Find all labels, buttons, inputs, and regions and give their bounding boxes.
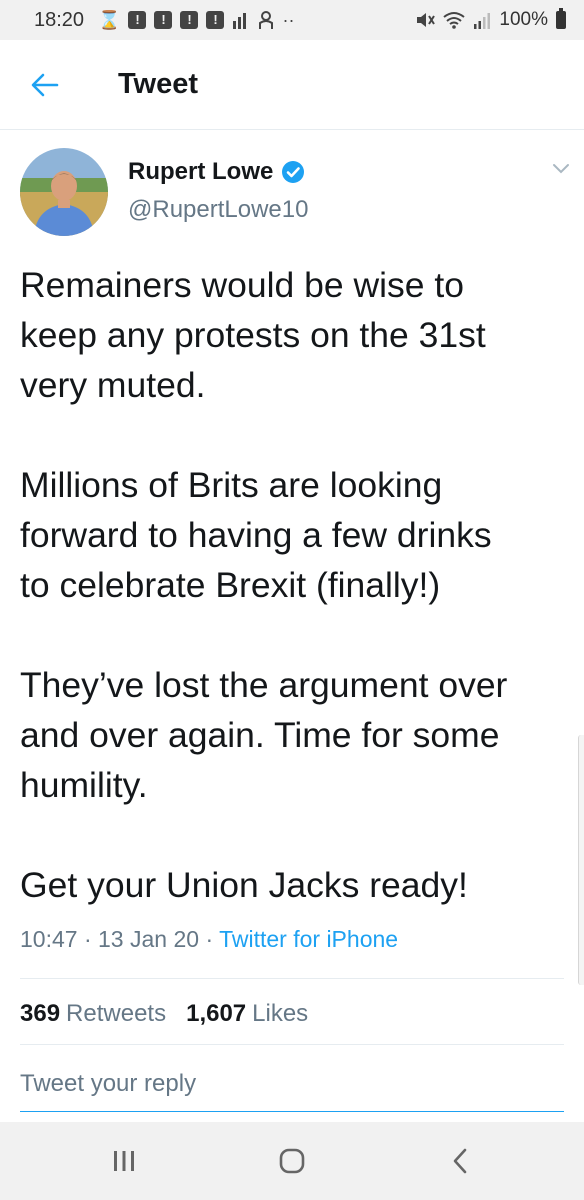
reply-input[interactable]: Tweet your reply bbox=[20, 1066, 564, 1112]
tweet-stats: 369 Retweets 1,607 Likes bbox=[20, 1000, 308, 1028]
signal-bars-icon bbox=[233, 13, 247, 29]
mute-icon bbox=[417, 13, 436, 27]
battery-icon bbox=[556, 8, 566, 29]
back-system-button[interactable] bbox=[420, 1131, 500, 1191]
battery-percent: 100% bbox=[499, 9, 548, 30]
author-name[interactable]: Rupert Lowe bbox=[128, 158, 273, 186]
back-arrow-icon bbox=[31, 73, 59, 96]
divider bbox=[20, 1044, 564, 1045]
tweet-meta: 10:47 · 13 Jan 20 · Twitter for iPhone bbox=[20, 926, 398, 953]
tweet-date: 13 Jan 20 bbox=[98, 926, 200, 952]
tweet-source-link[interactable]: Twitter for iPhone bbox=[219, 926, 398, 952]
page-title: Tweet bbox=[118, 68, 199, 100]
retweets-label: Retweets bbox=[66, 1000, 167, 1027]
likes-label: Likes bbox=[252, 1000, 309, 1027]
notification-icon: ! bbox=[180, 11, 199, 29]
notification-icon: ! bbox=[206, 11, 225, 29]
home-button[interactable] bbox=[252, 1131, 332, 1191]
likes-count: 1,607 bbox=[186, 1000, 247, 1027]
hourglass-icon: ⌛ bbox=[98, 10, 121, 30]
home-icon bbox=[279, 1148, 305, 1174]
app-header: Tweet bbox=[0, 40, 584, 130]
status-time: 18:20 bbox=[34, 8, 85, 31]
chevron-left-icon bbox=[453, 1148, 467, 1174]
chevron-down-icon bbox=[553, 164, 569, 174]
tweet-options-button[interactable] bbox=[552, 162, 570, 180]
avatar-photo bbox=[20, 148, 108, 236]
tweet-author: Rupert Lowe @RupertLowe10 bbox=[20, 148, 570, 240]
recent-apps-button[interactable] bbox=[84, 1131, 164, 1191]
cell-signal-icon bbox=[474, 13, 491, 29]
retweets-count: 369 bbox=[20, 1000, 61, 1027]
notification-icon: ! bbox=[154, 11, 173, 29]
person-icon bbox=[259, 11, 274, 29]
retweets-stat[interactable]: 369 Retweets bbox=[20, 1000, 166, 1028]
likes-stat[interactable]: 1,607 Likes bbox=[186, 1000, 308, 1028]
avatar[interactable] bbox=[20, 148, 108, 236]
status-bar: 18:20 ⌛ ! ! ! ! ·· 100% bbox=[0, 0, 584, 40]
divider bbox=[20, 978, 564, 979]
meta-separator: · bbox=[83, 926, 92, 952]
recent-apps-icon bbox=[114, 1151, 134, 1171]
meta-separator: · bbox=[205, 926, 214, 952]
scrollbar[interactable] bbox=[578, 735, 584, 985]
wifi-icon bbox=[443, 12, 466, 29]
tweet-text: Remainers would be wise to keep any prot… bbox=[20, 265, 508, 905]
author-handle[interactable]: @RupertLowe10 bbox=[128, 196, 308, 224]
system-nav-bar bbox=[0, 1122, 584, 1200]
tweet-time: 10:47 bbox=[20, 926, 78, 952]
notification-icon: ! bbox=[128, 11, 147, 29]
back-button[interactable] bbox=[0, 40, 90, 130]
more-dots-icon: ·· bbox=[282, 10, 295, 30]
verified-badge-icon bbox=[282, 161, 305, 183]
